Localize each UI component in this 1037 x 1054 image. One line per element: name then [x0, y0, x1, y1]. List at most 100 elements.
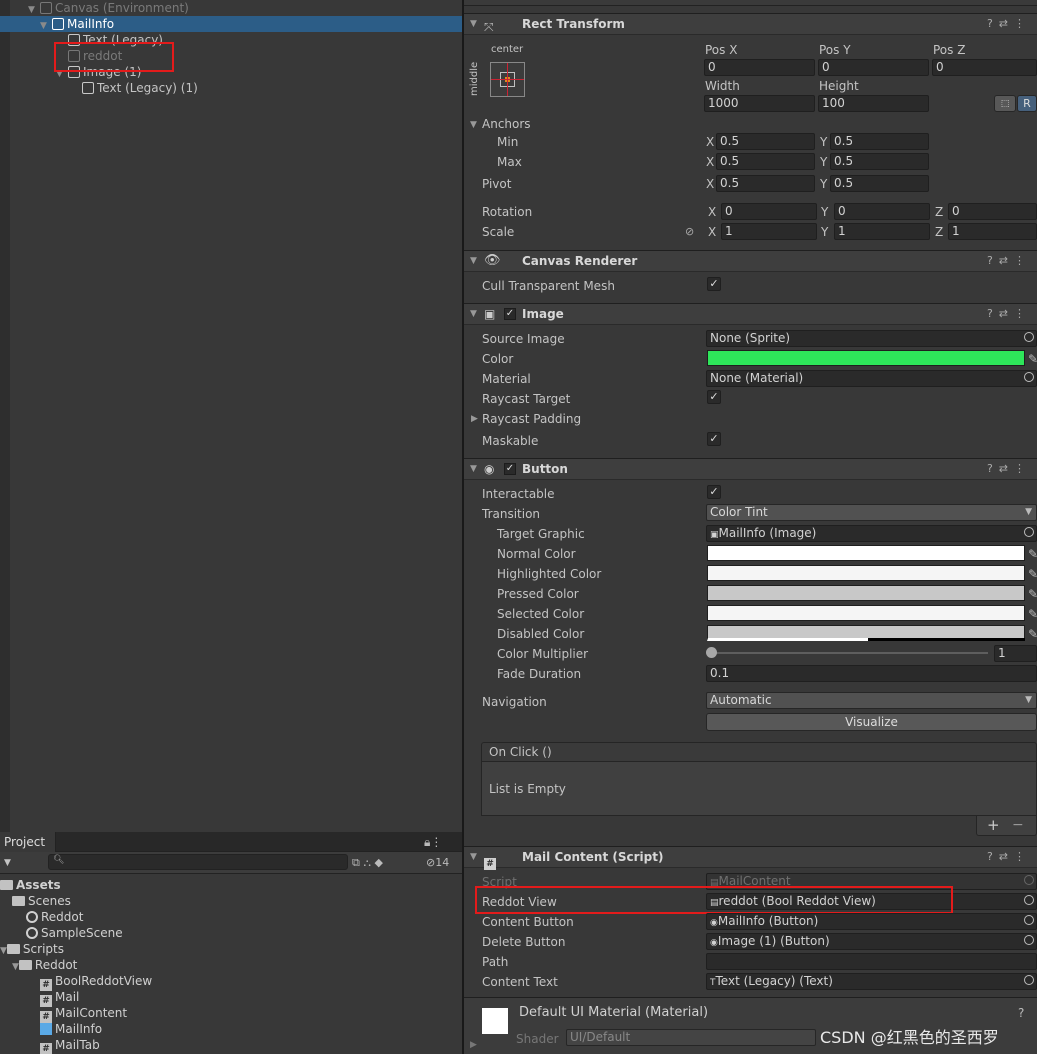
width-field[interactable]: 1000: [704, 95, 815, 112]
search-input[interactable]: 🔍︎: [48, 854, 348, 870]
folder-scripts[interactable]: ▼ Scripts: [0, 941, 64, 957]
eyedropper-icon[interactable]: ✎: [1028, 606, 1037, 622]
source-image-field[interactable]: None (Sprite): [706, 330, 1037, 347]
rotation-z-field[interactable]: 0: [948, 203, 1037, 220]
transition-dropdown[interactable]: Color Tint ▼: [706, 504, 1037, 521]
selected-color-swatch[interactable]: [707, 605, 1025, 621]
object-picker-icon[interactable]: [1024, 895, 1034, 905]
maskable-checkbox[interactable]: ✓: [707, 432, 721, 446]
scene-samplescene[interactable]: SampleScene: [26, 925, 123, 941]
component-header-button[interactable]: ▼ ◉ ✓ Button ?⇄⋮: [464, 458, 1037, 480]
component-header-rect-transform[interactable]: ▼ ⤧ Rect Transform ?⇄⋮: [464, 13, 1037, 35]
tab-project[interactable]: Project: [0, 832, 56, 852]
anchors-expand-icon[interactable]: ▼: [470, 117, 477, 133]
interactable-checkbox[interactable]: ✓: [707, 485, 721, 499]
pressed-color-swatch[interactable]: [707, 585, 1025, 601]
raw-edit-button[interactable]: R: [1017, 95, 1037, 112]
lock-icon[interactable]: 🔒︎⋮: [424, 834, 442, 850]
scene-reddot[interactable]: Reddot: [26, 909, 83, 925]
hidden-count-badge[interactable]: ⊘14: [426, 855, 449, 871]
raycast-padding-expand-icon[interactable]: ▶: [471, 411, 478, 427]
material-field[interactable]: None (Material): [706, 370, 1037, 387]
component-header-image[interactable]: ▼ ▣ ✓ Image ?⇄⋮: [464, 303, 1037, 325]
object-picker-icon[interactable]: [1024, 975, 1034, 985]
collapse-arrow-icon[interactable]: ▼: [470, 459, 477, 479]
content-button-field[interactable]: ◉MailInfo (Button): [706, 913, 1037, 930]
help-icon[interactable]: ?: [1018, 1005, 1024, 1021]
hierarchy-item-text-legacy1[interactable]: Text (Legacy) (1): [82, 80, 198, 96]
object-picker-icon[interactable]: [1024, 935, 1034, 945]
scale-y-field[interactable]: 1: [834, 223, 930, 240]
rotation-x-field[interactable]: 0: [721, 203, 817, 220]
object-picker-icon[interactable]: [1024, 372, 1034, 382]
eyedropper-icon[interactable]: ✎: [1028, 546, 1037, 562]
anchor-preset-button[interactable]: [490, 62, 525, 97]
anchor-max-y-field[interactable]: 0.5: [830, 153, 929, 170]
cull-transparent-mesh-checkbox[interactable]: ✓: [707, 277, 721, 291]
scale-x-field[interactable]: 1: [721, 223, 817, 240]
normal-color-swatch[interactable]: [707, 545, 1025, 561]
pivot-y-field[interactable]: 0.5: [830, 175, 929, 192]
component-tools-icons[interactable]: ?⇄⋮: [987, 251, 1031, 271]
component-tools-icons[interactable]: ?⇄⋮: [987, 304, 1031, 324]
anchor-min-x-field[interactable]: 0.5: [716, 133, 815, 150]
file-boolreddotview[interactable]: # BoolReddotView: [40, 973, 152, 991]
eyedropper-icon[interactable]: ✎: [1028, 351, 1037, 367]
add-listener-button[interactable]: +: [987, 817, 1000, 833]
anchor-max-x-field[interactable]: 0.5: [716, 153, 815, 170]
pos-x-field[interactable]: 0: [704, 59, 815, 76]
file-mail[interactable]: # Mail: [40, 989, 79, 1007]
eyedropper-icon[interactable]: ✎: [1028, 626, 1037, 642]
object-picker-icon[interactable]: [1024, 527, 1034, 537]
folder-scenes[interactable]: Scenes: [12, 893, 71, 909]
pivot-x-field[interactable]: 0.5: [716, 175, 815, 192]
folder-reddot[interactable]: ▼ Reddot: [12, 957, 77, 973]
material-expand-icon[interactable]: ▶: [470, 1037, 477, 1053]
component-header-canvas-renderer[interactable]: ▼ 👁︎ Canvas Renderer ?⇄⋮: [464, 250, 1037, 272]
folder-assets[interactable]: Assets: [0, 877, 61, 893]
content-text-field[interactable]: TText (Legacy) (Text): [706, 973, 1037, 990]
fade-duration-field[interactable]: 0.1: [706, 665, 1037, 682]
anchor-min-y-field[interactable]: 0.5: [830, 133, 929, 150]
image-color-swatch[interactable]: [707, 350, 1025, 366]
expand-arrow-icon[interactable]: ▼: [40, 18, 52, 34]
component-header-mail-content[interactable]: ▼ # Mail Content (Script) ?⇄⋮: [464, 846, 1037, 870]
delete-button-field[interactable]: ◉Image (1) (Button): [706, 933, 1037, 950]
eyedropper-icon[interactable]: ✎: [1028, 566, 1037, 582]
object-picker-icon[interactable]: [1024, 332, 1034, 342]
height-field[interactable]: 100: [818, 95, 929, 112]
path-field[interactable]: [706, 953, 1037, 970]
shader-dropdown[interactable]: UI/Default: [566, 1029, 816, 1046]
component-enabled-checkbox[interactable]: ✓: [504, 463, 516, 475]
component-tools-icons[interactable]: ?⇄⋮: [987, 14, 1031, 34]
file-mailinfo[interactable]: MailInfo: [40, 1021, 102, 1037]
multiplier-slider-handle[interactable]: [706, 647, 717, 658]
remove-listener-button[interactable]: −: [1012, 817, 1024, 833]
hierarchy-item-mailinfo[interactable]: ▼ MailInfo: [0, 16, 462, 32]
eyedropper-icon[interactable]: ✎: [1028, 586, 1037, 602]
rotation-y-field[interactable]: 0: [834, 203, 930, 220]
component-tools-icons[interactable]: ?⇄⋮: [987, 459, 1031, 479]
filter-icons[interactable]: ⧉ ⛬ ◆: [352, 855, 383, 871]
navigation-dropdown[interactable]: Automatic ▼: [706, 692, 1037, 709]
blueprint-mode-button[interactable]: ⬚: [994, 95, 1016, 112]
object-picker-icon[interactable]: [1024, 915, 1034, 925]
scale-z-field[interactable]: 1: [948, 223, 1037, 240]
visualize-button[interactable]: Visualize: [706, 713, 1037, 731]
pos-z-field[interactable]: 0: [932, 59, 1037, 76]
collapse-arrow-icon[interactable]: ▼: [470, 847, 477, 867]
component-tools-icons[interactable]: ?⇄⋮: [987, 847, 1031, 867]
create-dropdown-icon[interactable]: ▼: [4, 855, 11, 871]
raycast-target-checkbox[interactable]: ✓: [707, 390, 721, 404]
collapse-arrow-icon[interactable]: ▼: [470, 304, 477, 324]
constrain-proportions-icon[interactable]: ⊘: [685, 224, 694, 240]
file-mailcontent[interactable]: # MailContent: [40, 1005, 127, 1023]
component-enabled-checkbox[interactable]: ✓: [504, 308, 516, 320]
highlighted-color-swatch[interactable]: [707, 565, 1025, 581]
color-multiplier-field[interactable]: 1: [994, 645, 1037, 662]
multiplier-slider-track[interactable]: [710, 652, 988, 654]
hierarchy-item-canvas[interactable]: ▼ Canvas (Environment): [28, 0, 189, 16]
pos-y-field[interactable]: 0: [818, 59, 929, 76]
disabled-color-swatch[interactable]: [707, 625, 1025, 641]
collapse-arrow-icon[interactable]: ▼: [470, 251, 477, 271]
